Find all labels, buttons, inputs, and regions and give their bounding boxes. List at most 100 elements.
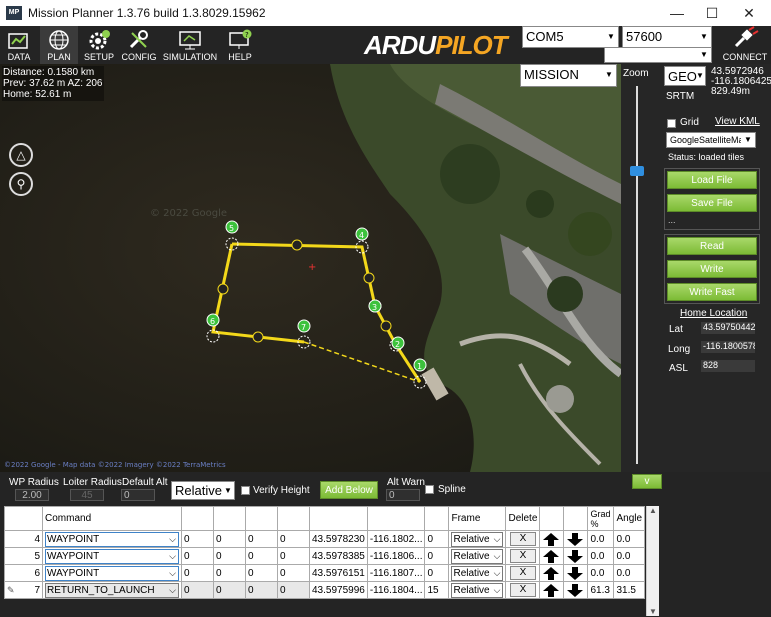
- param2-cell-cell[interactable]: 0: [213, 581, 246, 599]
- move-up-button-cell[interactable]: [539, 564, 565, 582]
- param1-cell-cell[interactable]: 0: [181, 547, 214, 565]
- table-row[interactable]: 4 WAYPOINT ⌵ 0 0 0 0 43.5978230 -116.1802... 0 Rel…: [4, 530, 646, 548]
- toolbar-data-button[interactable]: DATA: [0, 26, 38, 64]
- lat-cell-cell[interactable]: 43.5978230: [309, 530, 368, 548]
- wp-radius-field[interactable]: 2.00: [15, 489, 49, 501]
- close-button[interactable]: ✕: [732, 0, 766, 26]
- save-file-button[interactable]: Save File: [667, 194, 757, 212]
- lat-cell-cell[interactable]: 43.5978385: [309, 547, 368, 565]
- long-cell-cell[interactable]: -116.1804...: [366, 581, 426, 599]
- angle-cell-cell[interactable]: 31.5: [613, 581, 646, 599]
- command-select[interactable]: WAYPOINT ⌵: [45, 565, 179, 581]
- arrow-up-icon[interactable]: [542, 566, 560, 581]
- link-stats-select[interactable]: ▼: [604, 47, 712, 63]
- command-select-cell[interactable]: RETURN_TO_LAUNCH ⌵: [42, 581, 182, 599]
- move-down-button-cell[interactable]: [563, 581, 589, 599]
- command-select-cell[interactable]: WAYPOINT ⌵: [42, 547, 182, 565]
- command-select-cell[interactable]: WAYPOINT ⌵: [42, 530, 182, 548]
- add-below-button[interactable]: Add Below: [320, 481, 378, 499]
- zoom-search-icon[interactable]: ⚲: [9, 172, 33, 196]
- home-location-link[interactable]: Home Location: [680, 308, 747, 319]
- frame-select-cell[interactable]: Relative ⌵: [448, 581, 507, 599]
- move-down-button-cell[interactable]: [563, 530, 589, 548]
- load-file-button[interactable]: Load File: [667, 171, 757, 189]
- long-cell-cell[interactable]: -116.1806...: [366, 547, 426, 565]
- command-select[interactable]: WAYPOINT ⌵: [45, 548, 179, 564]
- command-select[interactable]: RETURN_TO_LAUNCH ⌵: [45, 582, 179, 598]
- scroll-up-icon[interactable]: ▲: [647, 506, 659, 515]
- frame-select[interactable]: Relative ⌵: [451, 548, 504, 564]
- table-scrollbar[interactable]: ▲ ▼: [646, 506, 659, 616]
- frame-select-cell[interactable]: Relative ⌵: [448, 564, 507, 582]
- waypoint-marker-3[interactable]: 3: [368, 299, 382, 313]
- minimize-button[interactable]: —: [660, 0, 694, 26]
- delete-button[interactable]: X: [509, 549, 536, 563]
- delete-button[interactable]: X: [509, 566, 536, 580]
- move-up-button-cell[interactable]: [539, 530, 565, 548]
- param3-cell-cell[interactable]: 0: [245, 530, 278, 548]
- alt-cell-cell[interactable]: 15: [424, 581, 450, 599]
- param3-cell-cell[interactable]: 0: [245, 581, 278, 599]
- long-cell-cell[interactable]: -116.1802...: [366, 530, 426, 548]
- lat-cell-cell[interactable]: 43.5976151: [309, 564, 368, 582]
- move-up-button-cell[interactable]: [539, 547, 565, 565]
- grad-cell-cell[interactable]: 0.0: [587, 547, 615, 565]
- command-select[interactable]: WAYPOINT ⌵: [45, 531, 179, 547]
- delete-button-cell[interactable]: X: [505, 530, 541, 548]
- read-button[interactable]: Read: [667, 237, 757, 255]
- command-select-cell[interactable]: WAYPOINT ⌵: [42, 564, 182, 582]
- param1-cell-cell[interactable]: 0: [181, 530, 214, 548]
- move-down-button-cell[interactable]: [563, 547, 589, 565]
- arrow-down-icon[interactable]: [566, 532, 584, 547]
- home-lat-field[interactable]: 43.59750442(: [701, 322, 755, 334]
- arrow-down-icon[interactable]: [566, 583, 584, 598]
- frame-select[interactable]: Relative ⌵: [451, 565, 504, 581]
- arrow-up-icon[interactable]: [542, 583, 560, 598]
- angle-cell-cell[interactable]: 0.0: [613, 530, 646, 548]
- delete-button[interactable]: X: [509, 532, 536, 546]
- loiter-radius-field[interactable]: 45: [70, 489, 104, 501]
- scroll-down-icon[interactable]: ▼: [647, 607, 659, 616]
- arrow-down-icon[interactable]: [566, 566, 584, 581]
- frame-select[interactable]: Relative ⌵: [451, 582, 504, 598]
- frame-select[interactable]: Relative ⌵: [451, 531, 504, 547]
- param4-cell-cell[interactable]: 0: [277, 530, 310, 548]
- delete-button-cell[interactable]: X: [505, 581, 541, 599]
- baud-select[interactable]: 57600 ▼: [622, 26, 712, 48]
- long-cell-cell[interactable]: -116.1807...: [366, 564, 426, 582]
- table-row[interactable]: 6 WAYPOINT ⌵ 0 0 0 0 43.5976151 -116.1807... 0 Rel…: [4, 564, 646, 582]
- write-fast-button[interactable]: Write Fast: [667, 283, 757, 301]
- grid-checkbox[interactable]: [667, 119, 676, 128]
- delete-button[interactable]: X: [509, 583, 536, 597]
- write-button[interactable]: Write: [667, 260, 757, 278]
- table-row[interactable]: ✎ 7 RETURN_TO_LAUNCH ⌵ 0 0 0 0 43.5975996 -116.1…: [4, 581, 646, 599]
- mission-type-select[interactable]: MISSION ▼: [520, 64, 617, 87]
- angle-cell-cell[interactable]: 0.0: [613, 564, 646, 582]
- toolbar-setup-button[interactable]: SETUP: [80, 26, 118, 64]
- frame-select-cell[interactable]: Relative ⌵: [448, 547, 507, 565]
- default-alt-field[interactable]: 0: [121, 489, 155, 501]
- map-view[interactable]: © 2022 Google ©2022 Google - Map data ©2…: [0, 64, 621, 472]
- param3-cell-cell[interactable]: 0: [245, 547, 278, 565]
- lat-cell-cell[interactable]: 43.5975996: [309, 581, 368, 599]
- arrow-down-icon[interactable]: [566, 549, 584, 564]
- coord-system-select[interactable]: GEO ▼: [664, 66, 706, 86]
- table-row[interactable]: 5 WAYPOINT ⌵ 0 0 0 0 43.5978385 -116.1806... 0 Rel…: [4, 547, 646, 565]
- param1-cell-cell[interactable]: 0: [181, 564, 214, 582]
- frame-select-cell[interactable]: Relative ⌵: [448, 530, 507, 548]
- zoom-slider-thumb[interactable]: [630, 166, 644, 176]
- toolbar-config-button[interactable]: CONFIG: [120, 26, 158, 64]
- verify-height-checkbox[interactable]: [241, 486, 250, 495]
- param4-cell-cell[interactable]: 0: [277, 581, 310, 599]
- arrow-up-icon[interactable]: [542, 532, 560, 547]
- param2-cell-cell[interactable]: 0: [213, 564, 246, 582]
- spline-checkbox[interactable]: [425, 485, 434, 494]
- alt-cell-cell[interactable]: 0: [424, 564, 450, 582]
- alt-mode-select[interactable]: Relative ▼: [171, 481, 235, 500]
- arrow-up-icon[interactable]: [542, 549, 560, 564]
- collapse-button[interactable]: v: [632, 474, 662, 489]
- param3-cell-cell[interactable]: 0: [245, 564, 278, 582]
- grad-cell-cell[interactable]: 0.0: [587, 564, 615, 582]
- delete-button-cell[interactable]: X: [505, 564, 541, 582]
- param2-cell-cell[interactable]: 0: [213, 547, 246, 565]
